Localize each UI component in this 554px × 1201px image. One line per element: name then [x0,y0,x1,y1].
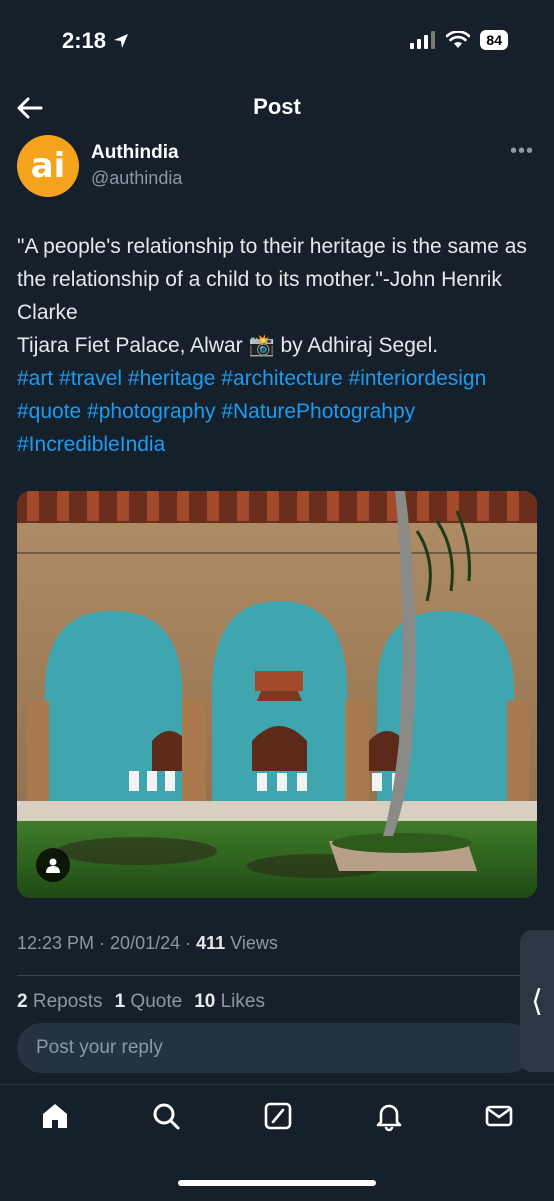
page-title: Post [253,94,301,119]
divider [17,975,537,976]
battery-indicator: 84 [480,30,508,50]
wifi-icon [446,31,471,48]
location-arrow-icon [114,34,129,48]
tweet-hashtags[interactable]: #art #travel #heritage #architecture #in… [17,367,486,456]
home-icon[interactable] [39,1100,71,1132]
author-handle[interactable]: @authindia [91,168,182,189]
notifications-icon[interactable] [373,1100,405,1132]
more-options-icon[interactable]: ••• [510,140,534,163]
post-date: 20/01/24 [110,933,181,953]
quotes-stat[interactable]: 1 Quote [115,991,183,1013]
likes-stat[interactable]: 10 Likes [194,991,265,1013]
engagement-stats: 2 Reposts 1 Quote 10 Likes [17,991,265,1013]
tweet-caption-prefix: Tijara Fiet Palace, Alwar [17,334,249,357]
tagged-user-button[interactable] [36,848,70,882]
search-icon[interactable] [150,1100,182,1132]
side-panel-handle[interactable]: ⟨ [520,930,554,1072]
tweet-photo[interactable] [17,491,537,898]
status-time: 2:18 [62,28,130,54]
author-name[interactable]: Authindia [91,142,179,164]
camera-flash-emoji: 📸 [248,334,275,357]
avatar-logo-text: ai [30,146,66,186]
signal-icon [410,31,436,49]
status-icons: 84 [410,30,508,50]
tweet-quote: "A people's relationship to their herita… [17,235,527,324]
tweet-text: "A people's relationship to their herita… [17,230,537,461]
tweet-caption-suffix: by Adhiraj Segel. [274,334,439,357]
reply-box[interactable] [17,1023,533,1073]
messages-icon[interactable] [483,1100,515,1132]
person-icon [46,858,60,873]
views-label: Views [230,933,278,953]
palace-courtyard-photo [17,491,537,898]
post-meta: 12:23 PM · 20/01/24 · 411 Views [17,933,278,953]
views-count: 411 [196,933,226,953]
grok-icon[interactable] [262,1100,294,1132]
home-indicator [178,1180,376,1186]
chevron-left-icon: ⟨ [531,984,543,1018]
post-time: 12:23 PM [17,933,95,953]
avatar[interactable]: ai [17,135,79,197]
reposts-stat[interactable]: 2 Reposts [17,991,103,1013]
reply-input[interactable] [34,1036,478,1060]
